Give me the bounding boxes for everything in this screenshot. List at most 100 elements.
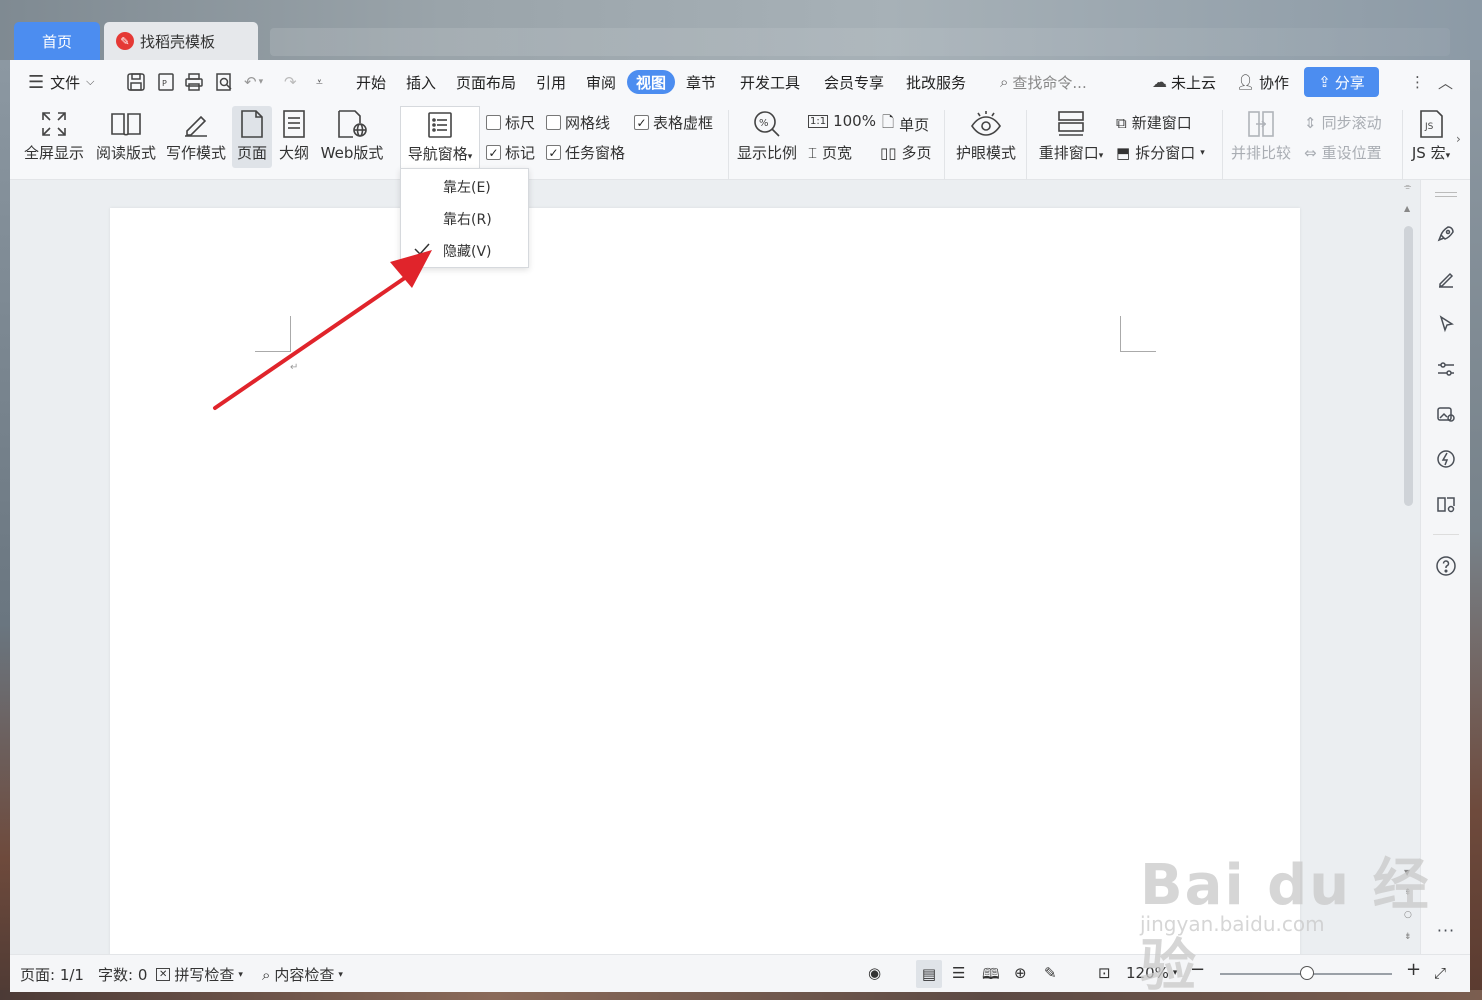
table-gridlines-checkbox[interactable]: ✓ 表格虚框: [634, 112, 713, 133]
export-pdf-icon[interactable]: P: [156, 70, 176, 94]
menu-chapter[interactable]: 章节: [686, 70, 716, 94]
menu-correction[interactable]: 批改服务: [906, 70, 966, 94]
rearrange-icon: [1056, 106, 1086, 142]
nav-pane-button[interactable]: 导航窗格▾: [400, 106, 480, 170]
svg-text:%: %: [759, 118, 769, 129]
cursor-arrow-icon[interactable]: [1434, 312, 1458, 336]
nav-pane-hide[interactable]: 隐藏(V): [401, 236, 530, 266]
dock-left-label: 靠左(E): [443, 180, 491, 196]
more-options-icon[interactable]: ⋮: [1410, 70, 1425, 94]
eye-mode-button[interactable]: 护眼模式: [950, 106, 1022, 163]
right-sidebar: ···: [1420, 180, 1470, 954]
scroll-thumb[interactable]: [1404, 226, 1413, 506]
menu-developer[interactable]: 开发工具: [740, 70, 800, 94]
vertical-scrollbar[interactable]: ⌯ ▲ ▼ ⇞ ○ ⇟: [1400, 180, 1418, 954]
scroll-up-icon[interactable]: ▲: [1404, 204, 1410, 213]
save-icon[interactable]: [126, 70, 146, 94]
marks-label: 标记: [505, 144, 536, 162]
menu-start[interactable]: 开始: [356, 70, 386, 94]
js-macro-label: JS 宏: [1411, 144, 1446, 162]
sync-scroll-button[interactable]: ⇕ 同步滚动: [1304, 112, 1382, 133]
print-preview-icon[interactable]: [214, 70, 234, 94]
tab-template-label: 找稻壳模板: [140, 32, 216, 51]
outline-view-button[interactable]: 大纲: [276, 106, 312, 163]
menu-view[interactable]: 视图: [627, 70, 676, 94]
redo-icon[interactable]: ↷: [284, 70, 297, 94]
share-button[interactable]: ⇪ 分享: [1304, 67, 1379, 97]
lightning-icon[interactable]: [1434, 447, 1458, 471]
table-gridlines-check-box: ✓: [634, 115, 649, 130]
ruler-checkbox[interactable]: 标尺: [486, 112, 535, 133]
zoom-100-button[interactable]: 1:1 100%: [808, 112, 876, 130]
content-check-button[interactable]: ⌕ 内容检查 ▾: [262, 964, 343, 985]
customize-qat-icon[interactable]: ⩡: [316, 70, 323, 94]
gridlines-checkbox[interactable]: 网格线: [546, 112, 610, 133]
marks-checkbox[interactable]: ✓ 标记: [486, 142, 535, 163]
ribbon-divider: [1222, 110, 1223, 180]
document-page[interactable]: ↵: [110, 208, 1300, 968]
side-by-side-button[interactable]: 并排比较: [1228, 106, 1294, 163]
print-icon[interactable]: [184, 70, 204, 94]
zoom-button[interactable]: % 显示比例: [734, 106, 800, 163]
menu-review[interactable]: 审阅: [586, 70, 616, 94]
sidebar-divider: [1433, 534, 1459, 535]
cloud-status[interactable]: ☁ 未上云: [1152, 70, 1216, 94]
split-window-icon: ⬒: [1116, 143, 1131, 162]
split-window-button[interactable]: ⬒ 拆分窗口 ▾: [1116, 142, 1205, 163]
rocket-icon[interactable]: [1434, 222, 1458, 246]
page-count[interactable]: 页面: 1/1: [20, 964, 84, 985]
tab-template[interactable]: ✎ 找稻壳模板: [104, 22, 258, 60]
ribbon-scroll-right-icon[interactable]: ›: [1456, 132, 1461, 146]
margin-marker-top-right: [1120, 316, 1156, 352]
fullscreen-button[interactable]: 全屏显示: [22, 106, 86, 163]
menu-page-layout[interactable]: 页面布局: [456, 70, 516, 94]
rearrange-window-button[interactable]: 重排窗口▾: [1034, 106, 1108, 163]
share-icon: ⇪: [1318, 73, 1331, 91]
new-window-button[interactable]: ⧉ 新建窗口: [1116, 112, 1192, 133]
menu-insert[interactable]: 插入: [406, 70, 436, 94]
menu-member[interactable]: 会员专享: [824, 70, 884, 94]
fit-page-icon[interactable]: ⊡: [1098, 964, 1111, 982]
image-gallery-icon[interactable]: [1434, 402, 1458, 426]
multi-page-button[interactable]: ▯▯ 多页: [880, 142, 932, 163]
page-width-button[interactable]: ⌶ 页宽: [808, 142, 852, 163]
document-workarea: ↵ ⌯ ▲ ▼ ⇞ ○ ⇟: [10, 180, 1420, 968]
reading-mode-button[interactable]: 阅读版式: [94, 106, 158, 163]
writing-status-icon[interactable]: ✎: [1044, 964, 1057, 982]
svg-text:JS: JS: [1424, 122, 1434, 132]
web-status-icon[interactable]: ⊕: [1014, 964, 1027, 982]
command-search[interactable]: ⌕ 查找命令...: [1000, 70, 1087, 94]
collapse-ribbon-icon[interactable]: ︿: [1438, 70, 1453, 94]
task-pane-checkbox[interactable]: ✓ 任务窗格: [546, 142, 625, 163]
reader-book-icon[interactable]: [1434, 492, 1458, 516]
page-view-label: 页面: [236, 144, 267, 162]
tab-home[interactable]: 首页: [14, 22, 100, 60]
js-macro-button[interactable]: JS JS 宏▾: [1408, 106, 1454, 163]
nav-pane-dock-right[interactable]: 靠右(R): [401, 204, 530, 234]
js-icon: JS: [1417, 106, 1445, 142]
blurred-tabs-area: [270, 28, 1450, 56]
word-count[interactable]: 字数: 0: [98, 964, 147, 985]
edit-pen-icon[interactable]: [1434, 267, 1458, 291]
writing-mode-button[interactable]: 写作模式: [164, 106, 228, 163]
collab-button[interactable]: 👤︎ 协作: [1236, 70, 1289, 94]
reading-status-icon[interactable]: 🕮︎: [982, 964, 1000, 989]
page-view-button[interactable]: 页面: [232, 106, 272, 168]
eye-protection-icon[interactable]: ◉: [868, 964, 881, 982]
reset-position-button[interactable]: ⇔ 重设位置: [1304, 142, 1382, 163]
page-view-status-icon[interactable]: ▤: [916, 960, 942, 988]
outline-status-icon[interactable]: ☰: [952, 964, 965, 982]
page-width-label: 页宽: [822, 144, 853, 162]
web-layout-label: Web版式: [320, 144, 384, 162]
menu-references[interactable]: 引用: [536, 70, 566, 94]
spell-check-button[interactable]: ✕ 拼写检查 ▾: [156, 964, 243, 985]
adjust-sliders-icon[interactable]: [1434, 357, 1458, 381]
undo-icon[interactable]: ↶ ▾: [244, 70, 263, 94]
ribbon-divider: [1402, 110, 1403, 180]
file-menu[interactable]: ☰ 文件 ⌵: [28, 70, 95, 94]
single-page-button[interactable]: 🗋︎ 单页: [882, 112, 929, 137]
help-icon[interactable]: [1434, 554, 1458, 578]
nav-pane-dock-left[interactable]: 靠左(E): [401, 172, 530, 202]
web-layout-button[interactable]: Web版式: [316, 106, 388, 163]
nav-pane-label: 导航窗格: [407, 145, 468, 163]
